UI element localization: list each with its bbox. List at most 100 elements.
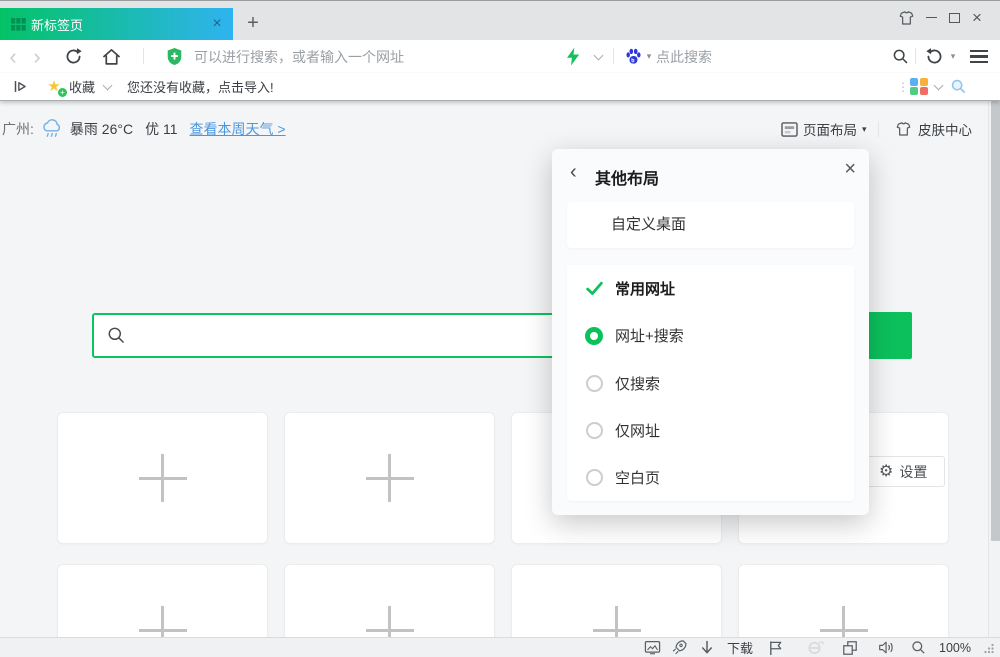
bookmarks-empty-hint[interactable]: 您还没有收藏，点击导入! xyxy=(127,73,274,100)
chevron-down-icon xyxy=(593,50,603,60)
bookmarks-overflow-dots[interactable]: ⋮ xyxy=(898,73,908,100)
apps-grid-icon xyxy=(910,78,928,96)
mute-button[interactable] xyxy=(878,638,895,657)
weather-condition: 暴雨 26°C xyxy=(70,119,133,139)
plus-icon xyxy=(593,606,641,637)
resize-grip[interactable] xyxy=(984,638,994,657)
layout-option-sites-only[interactable]: 仅网址 xyxy=(567,407,854,454)
mini-window-button[interactable] xyxy=(842,638,858,657)
search-engine-button[interactable] xyxy=(622,40,644,73)
custom-desktop-item[interactable]: 自定义桌面 xyxy=(567,202,854,248)
quick-search-button[interactable]: 点此搜索 xyxy=(656,40,726,73)
radio-unselected-icon xyxy=(586,375,603,392)
toolbar-separator2 xyxy=(613,48,614,64)
minimize-icon xyxy=(926,17,937,19)
resize-grip-icon xyxy=(984,643,994,653)
layout-option-blank-page[interactable]: 空白页 xyxy=(567,454,854,501)
reopen-caret[interactable]: ▾ xyxy=(947,40,959,73)
favorites-label-button[interactable]: 收藏 xyxy=(66,73,98,100)
screenshot-button[interactable] xyxy=(644,638,661,657)
add-site-tile[interactable] xyxy=(285,413,494,543)
windows-overlap-icon xyxy=(842,640,858,656)
layout-caret-icon: ▾ xyxy=(862,124,867,135)
layout-icon xyxy=(781,122,798,137)
page-scrollbar[interactable] xyxy=(988,101,1000,637)
download-manager-button[interactable]: 下载 xyxy=(727,638,753,657)
check-icon xyxy=(584,279,604,298)
weather-aqi: 优 11 xyxy=(145,119,177,139)
download-arrow-icon xyxy=(700,640,714,655)
add-site-tile[interactable] xyxy=(512,565,721,637)
popup-close-icon[interactable]: × xyxy=(844,158,856,181)
home-button[interactable] xyxy=(98,40,124,73)
address-bar[interactable] xyxy=(194,40,564,73)
skin-center-button[interactable]: 皮肤中心 xyxy=(895,117,972,141)
layout-settings-button[interactable]: ⚙ 设置 xyxy=(864,456,945,487)
add-site-tile[interactable] xyxy=(58,565,267,637)
radio-unselected-icon xyxy=(586,469,603,486)
window-close-button[interactable]: × xyxy=(966,1,988,34)
window-close-icon: × xyxy=(972,8,982,28)
refresh-button[interactable] xyxy=(60,40,86,73)
add-site-tile[interactable] xyxy=(739,565,948,637)
newtab-grid-icon xyxy=(11,18,26,31)
skin-button-titlebar[interactable] xyxy=(895,1,917,34)
add-site-tile[interactable] xyxy=(285,565,494,637)
new-tab-button[interactable]: + xyxy=(238,8,268,41)
download-arrow-button[interactable] xyxy=(700,638,714,657)
maximize-button[interactable] xyxy=(943,1,965,34)
toolbar-separator3 xyxy=(915,48,916,64)
minimize-button[interactable] xyxy=(920,1,942,34)
add-site-tile[interactable] xyxy=(58,413,267,543)
site-safety-button[interactable] xyxy=(162,40,186,73)
boost-rocket-button[interactable] xyxy=(671,638,688,657)
refresh-icon xyxy=(64,47,83,66)
report-flag-button[interactable] xyxy=(768,638,783,657)
zoom-level-button[interactable]: 100% xyxy=(939,638,971,657)
weather-week-link[interactable]: 查看本周天气 > xyxy=(190,119,286,139)
magnifier-icon xyxy=(892,48,909,65)
weather-city: 广州: xyxy=(2,119,34,139)
rocket-icon xyxy=(671,639,688,656)
layout-option-sites-search[interactable]: 网址+搜索 xyxy=(567,312,854,359)
forward-button[interactable]: › xyxy=(26,40,48,73)
main-menu-button[interactable] xyxy=(966,40,992,73)
search-box-magnifier-icon xyxy=(107,326,126,345)
tab-new-tab[interactable]: 新标签页 × xyxy=(0,8,233,41)
search-engine-caret[interactable]: ▾ xyxy=(643,40,655,73)
url-input[interactable] xyxy=(194,49,554,65)
plus-icon xyxy=(366,606,414,637)
download-label: 下载 xyxy=(727,638,753,657)
back-button[interactable]: ‹ xyxy=(2,40,24,73)
apps-grid-dropdown[interactable] xyxy=(930,73,946,100)
page-layout-button[interactable]: 页面布局 ▾ xyxy=(781,117,867,141)
tab-title: 新标签页 xyxy=(31,15,83,34)
browser-window: 新标签页 × + × ‹ › xyxy=(0,0,1000,657)
sidebar-toggle-button[interactable] xyxy=(8,73,32,100)
scrollbar-thumb[interactable] xyxy=(991,101,1000,541)
favorites-dropdown[interactable] xyxy=(98,73,116,100)
status-bar: 下载 100% xyxy=(0,637,1000,657)
ie-compat-button[interactable] xyxy=(806,638,824,657)
zoom-button[interactable] xyxy=(911,638,926,657)
bookmarks-bar: ★ + 收藏 您还没有收藏，点击导入! ⋮ xyxy=(0,73,1000,101)
popup-back-button[interactable]: ‹ xyxy=(570,161,577,184)
gear-icon: ⚙ xyxy=(879,464,893,480)
other-layouts-popup: ‹ 其他布局 × 自定义桌面 常用网址 网址+搜索 仅搜索 xyxy=(552,149,869,515)
reopen-closed-button[interactable] xyxy=(922,40,946,73)
rain-cloud-icon xyxy=(40,119,64,139)
boost-dropdown[interactable] xyxy=(588,40,608,73)
search-in-page-button[interactable] xyxy=(888,40,912,73)
caret-down-icon2: ▾ xyxy=(951,51,956,62)
tab-close-icon[interactable]: × xyxy=(205,8,229,41)
boost-button[interactable] xyxy=(562,40,584,73)
plus-icon xyxy=(139,606,187,637)
header-separator xyxy=(878,121,879,137)
safety-shield-icon xyxy=(166,47,183,66)
layout-option-search-only[interactable]: 仅搜索 xyxy=(567,359,854,406)
maximize-icon xyxy=(949,13,960,23)
apps-grid-button[interactable] xyxy=(908,73,930,100)
layout-option-common-sites[interactable]: 常用网址 xyxy=(567,265,854,312)
bookmarks-search-button[interactable] xyxy=(946,73,970,100)
page-layout-label: 页面布局 xyxy=(803,119,857,139)
